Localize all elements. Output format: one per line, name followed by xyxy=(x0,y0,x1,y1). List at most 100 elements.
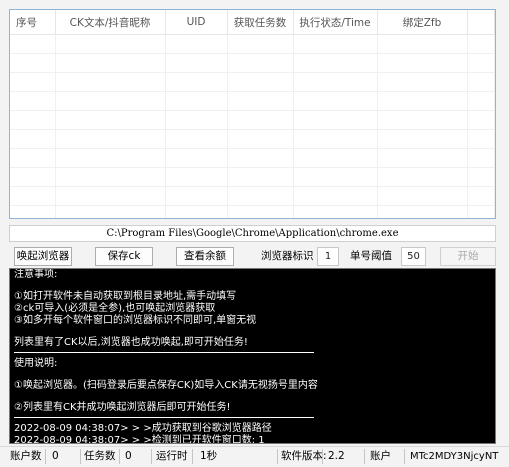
table-cell[interactable] xyxy=(10,110,56,130)
check-balance-button[interactable]: 查看余额 xyxy=(176,247,234,266)
table-cell[interactable] xyxy=(227,53,294,73)
table-cell[interactable] xyxy=(55,53,166,73)
usage-line: ①唤起浏览器。(扫码登录后要点保存CK)如导入CK请无视扬号里内容 xyxy=(14,380,318,391)
table-cell[interactable] xyxy=(55,91,166,111)
column-header-uid[interactable]: UID xyxy=(165,10,228,35)
table-cell[interactable] xyxy=(293,205,378,218)
table-cell[interactable] xyxy=(227,186,294,206)
table-cell[interactable] xyxy=(467,129,495,149)
table-cell[interactable] xyxy=(10,53,56,73)
table-cell[interactable] xyxy=(55,110,166,130)
table-row[interactable] xyxy=(10,186,495,206)
table-row[interactable] xyxy=(10,53,495,73)
log-line: 2022-08-09 04:38:07> > >检测到已开软件窗口数: 1 xyxy=(14,435,265,444)
table-cell[interactable] xyxy=(165,91,228,111)
table-cell[interactable] xyxy=(227,129,294,149)
table-cell[interactable] xyxy=(10,129,56,149)
save-ck-button[interactable]: 保存ck xyxy=(95,247,153,266)
table-cell[interactable] xyxy=(55,34,166,54)
table-cell[interactable] xyxy=(377,72,468,92)
table-cell[interactable] xyxy=(10,72,56,92)
table-cell[interactable] xyxy=(165,53,228,73)
table-cell[interactable] xyxy=(10,91,56,111)
table-cell[interactable] xyxy=(467,72,495,92)
table-cell[interactable] xyxy=(227,167,294,187)
table-cell[interactable] xyxy=(467,186,495,206)
table-cell[interactable] xyxy=(227,72,294,92)
table-cell[interactable] xyxy=(165,148,228,168)
table-cell[interactable] xyxy=(377,205,468,218)
table-cell[interactable] xyxy=(377,129,468,149)
table-cell[interactable] xyxy=(165,186,228,206)
table-cell[interactable] xyxy=(377,186,468,206)
table-cell[interactable] xyxy=(165,205,228,218)
table-cell[interactable] xyxy=(165,110,228,130)
account-table[interactable]: 序号 CK文本/抖音昵称 UID 获取任务数 执行状态/Time 绑定Zfb xyxy=(9,9,496,219)
table-row[interactable] xyxy=(10,129,495,149)
table-cell[interactable] xyxy=(377,110,468,130)
browser-id-label: 浏览器标识 xyxy=(261,250,314,262)
table-cell[interactable] xyxy=(377,148,468,168)
table-row[interactable] xyxy=(10,205,495,218)
column-header-index[interactable]: 序号 xyxy=(10,10,56,35)
log-console[interactable]: 注意事项: ①如打开软件未自动获取到根目录地址,需手动填写 ②ck可导入(必须是… xyxy=(9,268,496,444)
table-cell[interactable] xyxy=(165,72,228,92)
column-header-status-time[interactable]: 执行状态/Time xyxy=(293,10,378,35)
table-cell[interactable] xyxy=(293,34,378,54)
table-cell[interactable] xyxy=(227,34,294,54)
table-cell[interactable] xyxy=(165,167,228,187)
table-cell[interactable] xyxy=(377,91,468,111)
table-cell[interactable] xyxy=(467,205,495,218)
table-cell[interactable] xyxy=(55,186,166,206)
table-cell[interactable] xyxy=(10,205,56,218)
table-cell[interactable] xyxy=(165,129,228,149)
browser-id-input[interactable]: 1 xyxy=(317,247,339,266)
column-header-zfb[interactable]: 绑定Zfb xyxy=(377,10,468,35)
start-button[interactable]: 开始 xyxy=(440,247,496,266)
table-cell[interactable] xyxy=(227,148,294,168)
table-cell[interactable] xyxy=(377,34,468,54)
table-cell[interactable] xyxy=(467,34,495,54)
table-cell[interactable] xyxy=(10,167,56,187)
table-cell[interactable] xyxy=(55,129,166,149)
table-cell[interactable] xyxy=(227,110,294,130)
table-cell[interactable] xyxy=(55,72,166,92)
table-cell[interactable] xyxy=(165,34,228,54)
table-cell[interactable] xyxy=(467,110,495,130)
table-cell[interactable] xyxy=(10,148,56,168)
table-row[interactable] xyxy=(10,72,495,92)
table-cell[interactable] xyxy=(10,34,56,54)
table-cell[interactable] xyxy=(293,148,378,168)
column-header-task-count[interactable]: 获取任务数 xyxy=(227,10,294,35)
table-cell[interactable] xyxy=(293,72,378,92)
table-cell[interactable] xyxy=(227,205,294,218)
status-bar: 账户数 0 任务数 0 运行时 1秒 软件版本: 2.2 账户 MTc2MDY3… xyxy=(0,446,509,467)
table-row[interactable] xyxy=(10,110,495,130)
wake-browser-button[interactable]: 唤起浏览器 xyxy=(14,247,72,266)
table-cell[interactable] xyxy=(467,53,495,73)
table-cell[interactable] xyxy=(293,110,378,130)
table-row[interactable] xyxy=(10,91,495,111)
table-cell[interactable] xyxy=(293,91,378,111)
table-cell[interactable] xyxy=(293,53,378,73)
table-header-row: 序号 CK文本/抖音昵称 UID 获取任务数 执行状态/Time 绑定Zfb xyxy=(10,10,495,35)
table-cell[interactable] xyxy=(293,186,378,206)
table-cell[interactable] xyxy=(55,167,166,187)
column-header-ck-text[interactable]: CK文本/抖音昵称 xyxy=(55,10,166,35)
table-cell[interactable] xyxy=(10,186,56,206)
table-cell[interactable] xyxy=(293,167,378,187)
table-cell[interactable] xyxy=(293,129,378,149)
chrome-path-field[interactable]: C:\Program Files\Google\Chrome\Applicati… xyxy=(9,225,496,242)
table-row[interactable] xyxy=(10,34,495,54)
table-cell[interactable] xyxy=(467,167,495,187)
table-row[interactable] xyxy=(10,148,495,168)
table-cell[interactable] xyxy=(55,205,166,218)
table-cell[interactable] xyxy=(467,91,495,111)
table-cell[interactable] xyxy=(377,167,468,187)
table-cell[interactable] xyxy=(55,148,166,168)
table-row[interactable] xyxy=(10,167,495,187)
table-cell[interactable] xyxy=(227,91,294,111)
table-cell[interactable] xyxy=(467,148,495,168)
threshold-input[interactable]: 50 xyxy=(401,247,426,266)
table-cell[interactable] xyxy=(377,53,468,73)
